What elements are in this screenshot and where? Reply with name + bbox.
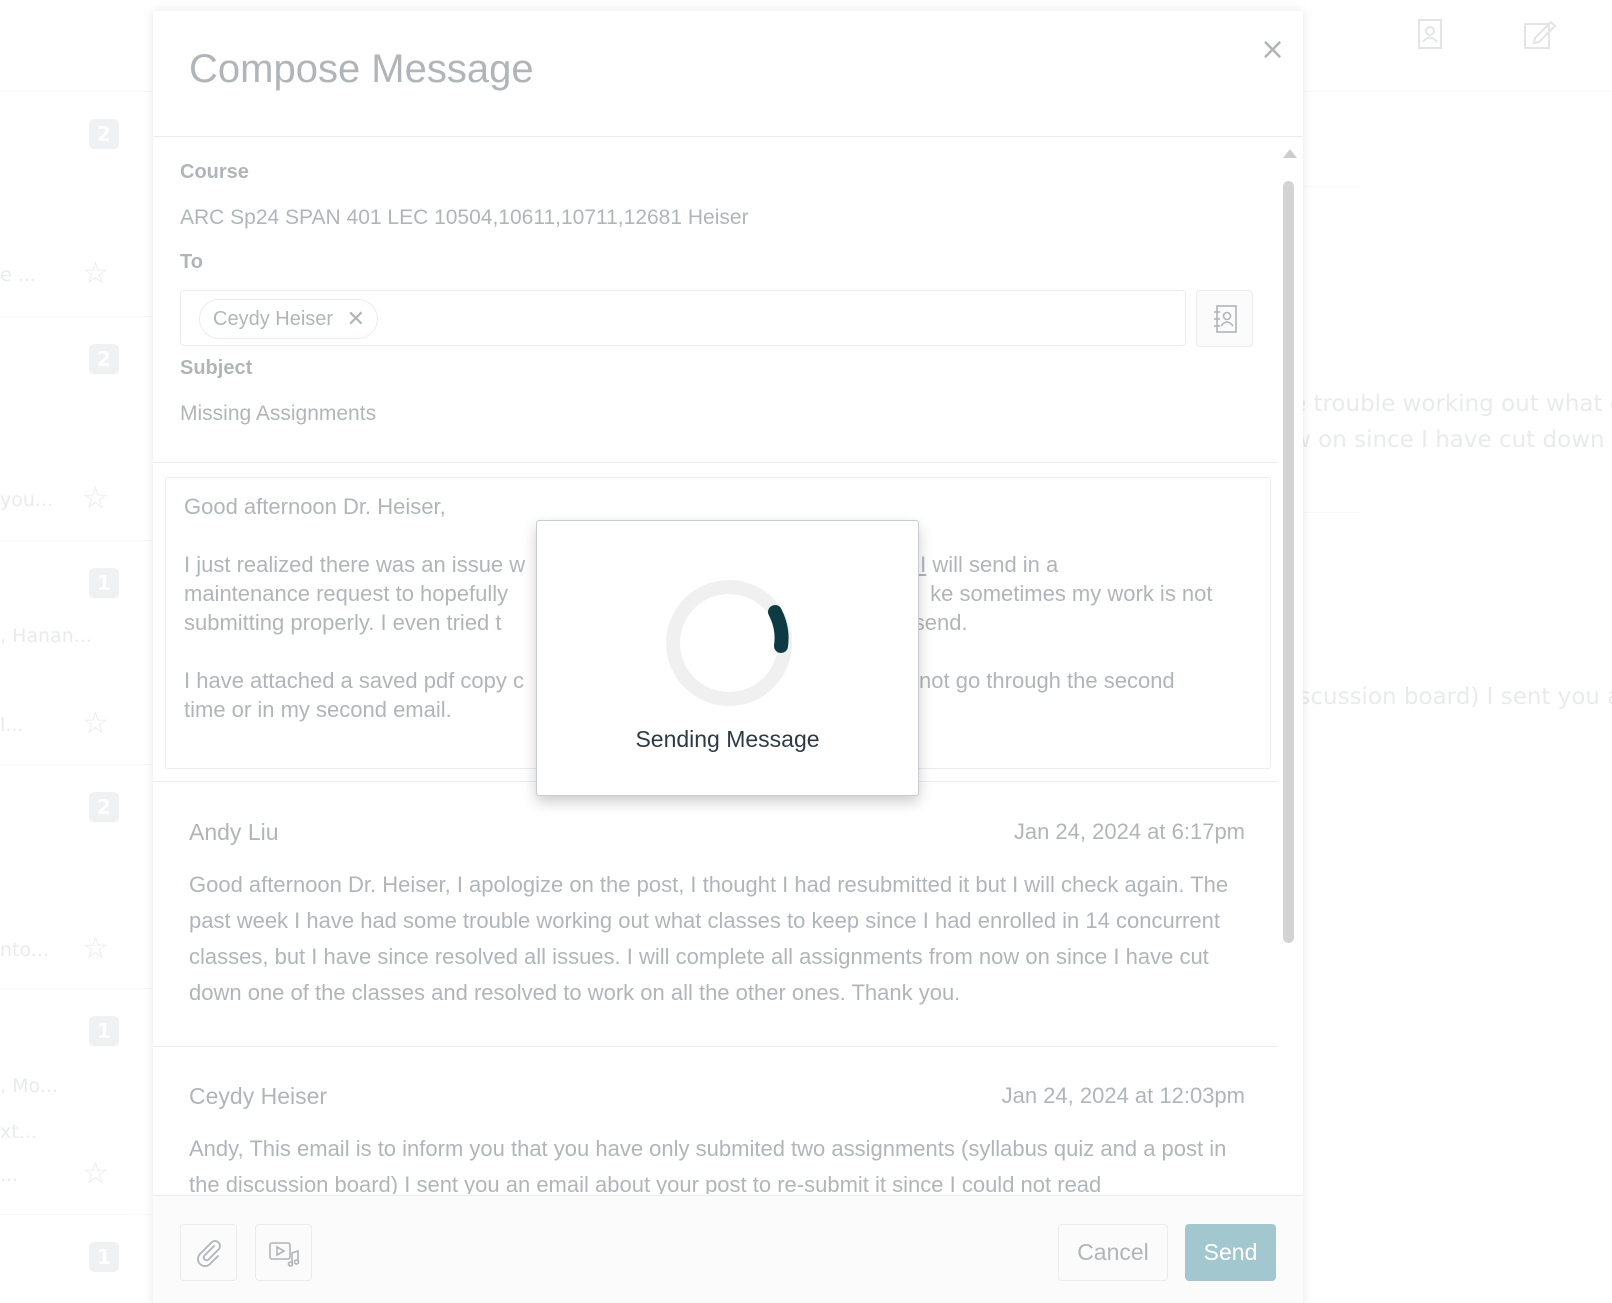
divider: [1300, 512, 1360, 513]
body-text-fragment: time or in my second email.: [184, 697, 452, 722]
unread-count-badge: 1: [89, 568, 119, 598]
message-snippet: nto...: [0, 939, 49, 961]
loading-spinner-icon: [666, 580, 792, 706]
divider: [0, 764, 153, 765]
star-icon[interactable]: ☆: [82, 484, 109, 514]
divider: [0, 540, 153, 541]
preview-text: iscussion board) I sent you an: [1292, 684, 1612, 710]
to-label: To: [180, 251, 203, 273]
message-snippet: you...: [0, 489, 54, 511]
message-snippet: , Hanan...: [0, 625, 92, 647]
body-text-fragment: maintenance request to hopefully: [184, 581, 509, 606]
close-icon[interactable]: ×: [1260, 35, 1285, 65]
subject-label: Subject: [180, 357, 253, 379]
preview-text: e trouble working out what cl: [1292, 391, 1612, 417]
unread-count-badge: 2: [89, 344, 119, 374]
subject-field[interactable]: Missing Assignments: [180, 402, 376, 426]
recipient-name: Ceydy Heiser: [213, 308, 334, 330]
send-button[interactable]: Send: [1185, 1224, 1276, 1281]
body-text-fragment: I have attached a saved pdf copy c: [184, 668, 525, 693]
message-item: Ceydy Heiser Jan 24, 2024 at 12:03pm And…: [153, 1047, 1278, 1194]
message-snippet: xt...: [0, 1121, 37, 1143]
paperclip-icon: [197, 1240, 221, 1267]
x-icon[interactable]: ✕: [347, 300, 365, 338]
unread-count-badge: 1: [89, 1242, 119, 1272]
body-text-fragment: l not go through the second: [908, 668, 1175, 693]
body-text-fragment: ke sometimes my work is not: [930, 581, 1213, 606]
message-date: Jan 24, 2024 at 12:03pm: [1001, 1083, 1245, 1108]
media-icon: [269, 1242, 300, 1267]
dialog-title: Compose Message: [189, 47, 534, 91]
dialog-footer: Cancel Send: [153, 1195, 1303, 1303]
star-icon[interactable]: ☆: [82, 709, 109, 739]
body-text-fragment: will send in a: [926, 552, 1059, 577]
sending-message-modal: Sending Message: [536, 520, 919, 796]
star-icon[interactable]: ☆: [82, 259, 109, 289]
divider: [1300, 186, 1360, 187]
scrollbar[interactable]: [1281, 149, 1299, 1209]
message-snippet: e ...: [0, 264, 36, 286]
dialog-header: Compose Message ×: [153, 11, 1303, 137]
message-date: Jan 24, 2024 at 6:17pm: [1013, 819, 1245, 844]
message-author: Andy Liu: [189, 819, 279, 845]
course-label: Course: [180, 161, 249, 183]
course-value[interactable]: ARC Sp24 SPAN 401 LEC 10504,10611,10711,…: [180, 206, 749, 230]
star-icon[interactable]: ☆: [82, 934, 109, 964]
star-icon[interactable]: ☆: [82, 1159, 109, 1189]
compose-icon[interactable]: [1519, 14, 1559, 54]
address-book-icon[interactable]: [1409, 14, 1449, 54]
message-snippet: l...: [0, 714, 24, 736]
address-book-icon: [1214, 305, 1237, 333]
cancel-button[interactable]: Cancel: [1058, 1224, 1168, 1281]
divider: [0, 988, 153, 989]
body-greeting: Good afternoon Dr. Heiser,: [184, 494, 446, 519]
divider: [153, 462, 1278, 463]
preview-text: w on since I have cut down or: [1292, 427, 1612, 453]
unread-count-badge: 1: [89, 1016, 119, 1046]
scroll-up-arrow-icon[interactable]: [1283, 149, 1297, 158]
attach-media-button[interactable]: [255, 1224, 312, 1281]
unread-count-badge: 2: [89, 119, 119, 149]
to-field[interactable]: Ceydy Heiser ✕: [180, 290, 1186, 346]
message-snippet: ...: [0, 1164, 19, 1186]
attach-file-button[interactable]: [180, 1224, 237, 1281]
unread-count-badge: 2: [89, 792, 119, 822]
divider: [0, 1214, 153, 1215]
scrollbar-thumb[interactable]: [1283, 181, 1294, 943]
sending-status-text: Sending Message: [635, 726, 820, 752]
divider: [0, 316, 153, 317]
body-text-fragment: I just realized there was an issue w: [184, 552, 526, 577]
message-author: Ceydy Heiser: [189, 1083, 328, 1109]
recipient-pill: Ceydy Heiser ✕: [199, 299, 379, 339]
body-text-fragment: submitting properly. I even tried t: [184, 610, 502, 635]
message-text: Andy, This email is to inform you that y…: [189, 1136, 1227, 1194]
message-text: Good afternoon Dr. Heiser, I apologize o…: [189, 872, 1229, 1005]
message-snippet: , Mo...: [0, 1075, 58, 1097]
address-book-button[interactable]: [1196, 290, 1253, 347]
